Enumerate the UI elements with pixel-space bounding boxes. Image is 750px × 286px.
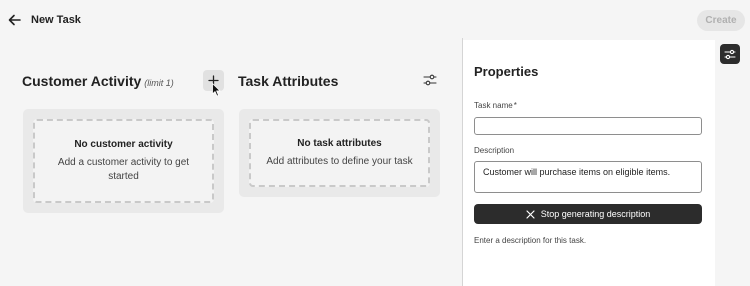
sliders-icon (724, 49, 736, 59)
customer-activity-empty-title: No customer activity (74, 138, 173, 150)
task-name-label-text: Task name (474, 101, 513, 110)
task-attributes-empty-text: Add attributes to define your task (266, 155, 413, 167)
sliders-icon (423, 74, 437, 86)
description-input[interactable]: Customer will purchase items on eligible… (474, 161, 702, 193)
stop-generating-label: Stop generating description (540, 209, 651, 219)
properties-panel: Properties Task name* Description Custom… (463, 40, 715, 286)
task-attributes-title: Task Attributes (238, 73, 339, 89)
description-label: Description (474, 146, 515, 155)
page-title: New Task (31, 14, 81, 26)
customer-activity-heading: Customer Activity (limit 1) (22, 73, 174, 89)
required-mark: * (513, 101, 517, 110)
task-builder-pane: Customer Activity (limit 1) Task Attribut… (0, 40, 462, 286)
stop-generating-button[interactable]: Stop generating description (474, 204, 702, 224)
task-name-label: Task name* (474, 101, 517, 110)
side-rail (715, 40, 750, 286)
mouse-cursor-icon (212, 83, 221, 97)
arrow-left-icon (8, 14, 21, 26)
create-button[interactable]: Create (697, 10, 745, 31)
task-attributes-settings-button[interactable] (420, 70, 440, 90)
customer-activity-title: Customer Activity (22, 73, 142, 89)
properties-title: Properties (474, 64, 539, 79)
task-attributes-empty-title: No task attributes (297, 137, 382, 149)
task-attributes-dropzone[interactable]: No task attributes Add attributes to def… (249, 119, 430, 187)
header: New Task Create (0, 0, 750, 40)
description-help-text: Enter a description for this task. (474, 236, 587, 245)
back-button[interactable] (6, 11, 22, 29)
customer-activity-card: No customer activity Add a customer acti… (23, 109, 224, 213)
customer-activity-empty-text: Add a customer activity to get started (57, 156, 190, 182)
task-attributes-card: No task attributes Add attributes to def… (239, 109, 440, 197)
customer-activity-dropzone[interactable]: No customer activity Add a customer acti… (33, 119, 214, 203)
customer-activity-limit: (limit 1) (144, 78, 174, 88)
task-name-input[interactable] (474, 117, 702, 135)
close-icon (526, 209, 535, 219)
properties-toggle-button[interactable] (720, 44, 740, 64)
